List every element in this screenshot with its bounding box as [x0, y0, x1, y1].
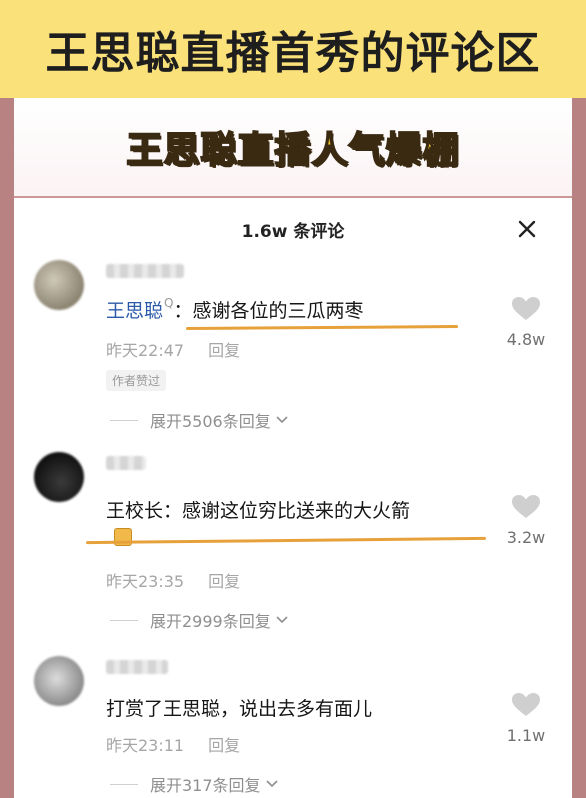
comment-time: 昨天23:11: [106, 736, 185, 755]
comment-count-title: 1.6w 条评论: [241, 221, 345, 242]
close-button[interactable]: [512, 212, 542, 246]
heart-icon: [512, 297, 540, 320]
divider: [110, 419, 138, 421]
divider: [110, 783, 138, 785]
avatar[interactable]: [34, 656, 84, 706]
headline-text: 王思聪直播人气爆棚: [125, 129, 460, 172]
like-button[interactable]: 3.2w: [506, 494, 546, 547]
username-redacted[interactable]: [106, 264, 184, 278]
comment-time: 昨天22:47: [106, 341, 185, 360]
heart-icon: [512, 495, 540, 518]
comment-meta: 昨天22:47 回复: [106, 337, 240, 361]
chevron-down-icon: [265, 780, 278, 788]
comment-author-name[interactable]: 王思聪: [106, 300, 163, 322]
comment-text: 打赏了王思聪，说出去多有面儿: [106, 694, 372, 721]
expand-replies-button[interactable]: 展开5506条回复: [110, 408, 289, 432]
chevron-down-icon: [276, 416, 288, 424]
headline-banner: 王思聪直播人气爆棚: [14, 98, 572, 196]
avatar[interactable]: [34, 260, 84, 310]
frame-right-strip: [572, 98, 586, 798]
username-redacted[interactable]: [106, 660, 168, 674]
chevron-down-icon: [276, 616, 288, 624]
divider: [110, 619, 138, 621]
username-redacted[interactable]: [106, 456, 146, 470]
comment-body: ：感谢这位穷比送来的大火箭: [163, 500, 411, 522]
reply-button[interactable]: 回复: [208, 341, 240, 360]
expand-replies-button[interactable]: 展开317条回复: [110, 772, 279, 796]
author-liked-badge: 作者赞过: [106, 370, 167, 391]
close-icon: [518, 220, 536, 238]
top-banner: 王思聪直播首秀的评论区: [0, 0, 586, 98]
comment-meta: 昨天23:35 回复: [106, 568, 240, 592]
reply-button[interactable]: 回复: [208, 572, 240, 591]
like-button[interactable]: 1.1w: [506, 692, 546, 745]
highlight-underline: [185, 325, 459, 330]
sheet-header: 1.6w 条评论: [14, 212, 572, 246]
expand-replies-button[interactable]: 展开2999条回复: [110, 608, 289, 632]
comment-meta: 昨天23:11 回复: [106, 732, 240, 756]
comment-text: 王校长：感谢这位穷比送来的大火箭: [106, 496, 410, 523]
comment-sheet: 1.6w 条评论 王思聪Q：感谢各位的三瓜两枣 昨天22:47 回复 作者赞过 展…: [14, 198, 572, 798]
comment-item: 王校长：感谢这位穷比送来的大火箭 昨天23:35 回复 展开2999条回复 3.2…: [14, 452, 572, 642]
like-count: 4.8w: [506, 330, 546, 349]
comment-author-name[interactable]: 王校长: [106, 500, 163, 522]
comment-item: 打赏了王思聪，说出去多有面儿 昨天23:11 回复 展开317条回复 1.1w: [14, 656, 572, 798]
comment-body: 打赏了王思聪，说出去多有面儿: [106, 698, 373, 720]
highlight-underline: [85, 536, 487, 545]
expand-replies-label: 展开317条回复: [150, 776, 261, 795]
avatar[interactable]: [34, 452, 84, 502]
like-count: 3.2w: [506, 528, 546, 547]
expand-replies-label: 展开5506条回复: [150, 412, 271, 431]
reply-button[interactable]: 回复: [208, 736, 240, 755]
expand-replies-label: 展开2999条回复: [150, 612, 271, 631]
like-count: 1.1w: [506, 726, 546, 745]
top-title: 王思聪直播首秀的评论区: [45, 28, 541, 79]
comment-item: 王思聪Q：感谢各位的三瓜两枣 昨天22:47 回复 作者赞过 展开5506条回复 …: [14, 260, 572, 440]
like-button[interactable]: 4.8w: [506, 296, 546, 349]
comment-body: ：感谢各位的三瓜两枣: [173, 300, 364, 322]
frame-left-strip: [0, 98, 14, 798]
heart-icon: [512, 693, 540, 716]
comment-text: 王思聪Q：感谢各位的三瓜两枣: [106, 296, 363, 323]
comment-time: 昨天23:35: [106, 572, 185, 591]
